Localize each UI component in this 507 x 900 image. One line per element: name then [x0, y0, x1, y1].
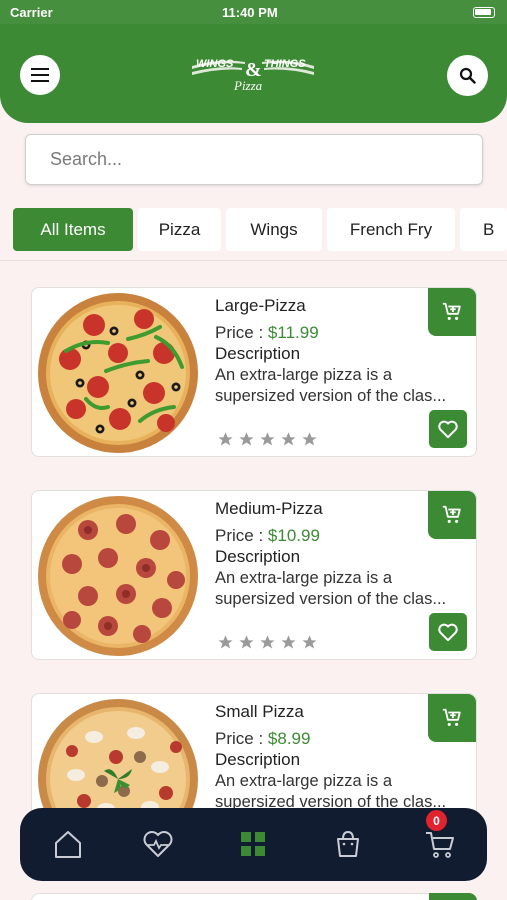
- star-icon[interactable]: [280, 634, 297, 651]
- logo-things: THINGS: [264, 58, 306, 70]
- tab-partial[interactable]: B: [460, 208, 507, 251]
- product-card[interactable]: [31, 893, 477, 900]
- add-to-cart-button[interactable]: [428, 694, 476, 742]
- description-line: An extra-large pizza is a: [215, 772, 392, 790]
- menu-button[interactable]: [20, 55, 60, 95]
- divider: [0, 260, 507, 261]
- price-row: Price : $10.99: [215, 526, 320, 546]
- price-value: $11.99: [267, 323, 319, 342]
- price-row: Price : $8.99: [215, 729, 310, 749]
- description-label: Description: [215, 750, 301, 769]
- nav-orders[interactable]: [330, 826, 366, 862]
- description-text: An extra-large pizza is a supersized ver…: [215, 771, 471, 813]
- favorite-button[interactable]: [429, 613, 467, 651]
- cart-plus-icon: [442, 302, 461, 320]
- add-to-cart-button[interactable]: [428, 491, 476, 539]
- product-name: Small Pizza: [215, 702, 304, 721]
- home-icon: [55, 831, 81, 858]
- star-icon[interactable]: [301, 431, 318, 448]
- heart-icon: [438, 623, 458, 642]
- grid-icon: [241, 832, 265, 856]
- heart-icon: [438, 420, 458, 439]
- star-icon[interactable]: [280, 431, 297, 448]
- description-line: supersized version of the clas...: [215, 590, 447, 608]
- search-box[interactable]: [25, 134, 483, 185]
- battery-icon: [473, 7, 495, 18]
- tab-all-items[interactable]: All Items: [13, 208, 133, 251]
- favorite-button[interactable]: [429, 410, 467, 448]
- description-text: An extra-large pizza is a supersized ver…: [215, 365, 471, 407]
- description-line: supersized version of the clas...: [215, 387, 447, 405]
- price-row: Price : $11.99: [215, 323, 319, 343]
- pizza-image: [38, 496, 198, 656]
- add-to-cart-button[interactable]: [428, 288, 476, 336]
- description-line: An extra-large pizza is a: [215, 366, 392, 384]
- description-line: An extra-large pizza is a: [215, 569, 392, 587]
- tab-pizza[interactable]: Pizza: [138, 208, 221, 251]
- star-icon[interactable]: [259, 634, 276, 651]
- nav-cart[interactable]: [422, 826, 458, 862]
- heart-icon: [143, 831, 173, 857]
- status-time: 11:40 PM: [222, 5, 278, 20]
- description-text: An extra-large pizza is a supersized ver…: [215, 568, 471, 610]
- search-icon: [459, 67, 476, 84]
- add-to-cart-button[interactable]: [429, 893, 477, 900]
- bag-icon: [337, 830, 359, 857]
- description-label: Description: [215, 547, 301, 566]
- product-card[interactable]: Large-Pizza Price : $11.99 Description A…: [31, 287, 477, 457]
- star-icon[interactable]: [217, 634, 234, 651]
- category-tabs: All Items Pizza Wings French Fry B: [0, 208, 507, 252]
- rating-stars[interactable]: [217, 634, 318, 651]
- logo-wings: WINGS: [196, 58, 234, 70]
- star-icon[interactable]: [259, 431, 276, 448]
- price-value: $8.99: [267, 729, 311, 748]
- product-name: Medium-Pizza: [215, 499, 323, 518]
- bottom-nav: [20, 808, 487, 881]
- pizza-image: [38, 293, 198, 453]
- rating-stars[interactable]: [217, 431, 318, 448]
- star-icon[interactable]: [217, 431, 234, 448]
- cart-plus-icon: [442, 505, 461, 523]
- nav-menu[interactable]: [235, 826, 271, 862]
- star-icon[interactable]: [238, 431, 255, 448]
- cart-icon: [426, 832, 454, 858]
- price-value: $10.99: [267, 526, 320, 545]
- cart-count-badge: 0: [426, 810, 447, 831]
- carrier-label: Carrier: [10, 5, 53, 20]
- brand-logo: WINGS & THINGS Pizza: [192, 58, 314, 93]
- nav-home[interactable]: [50, 826, 86, 862]
- nav-favorites[interactable]: [140, 826, 176, 862]
- price-label: Price :: [215, 729, 264, 748]
- hamburger-menu-icon: [31, 68, 49, 82]
- product-card[interactable]: Medium-Pizza Price : $10.99 Description …: [31, 490, 477, 660]
- star-icon[interactable]: [238, 634, 255, 651]
- app-header: WINGS & THINGS Pizza: [0, 24, 507, 123]
- star-icon[interactable]: [301, 634, 318, 651]
- tab-french-fry[interactable]: French Fry: [327, 208, 455, 251]
- description-label: Description: [215, 344, 301, 363]
- logo-pizza: Pizza: [233, 78, 263, 93]
- status-bar: Carrier 11:40 PM: [0, 0, 507, 26]
- price-label: Price :: [215, 323, 264, 342]
- price-label: Price :: [215, 526, 264, 545]
- cart-plus-icon: [442, 708, 461, 726]
- header-search-button[interactable]: [447, 55, 488, 96]
- tab-wings[interactable]: Wings: [226, 208, 322, 251]
- product-name: Large-Pizza: [215, 296, 306, 315]
- search-input[interactable]: [26, 135, 482, 184]
